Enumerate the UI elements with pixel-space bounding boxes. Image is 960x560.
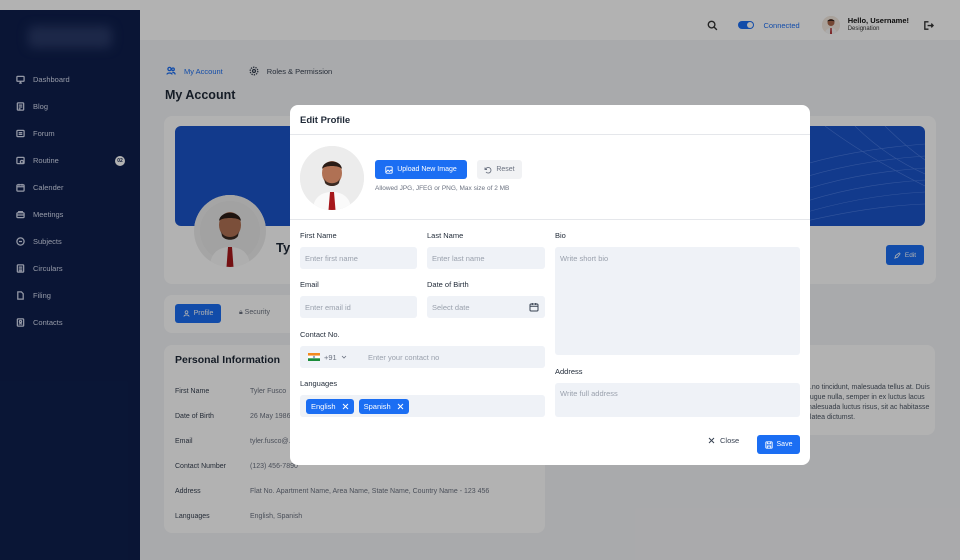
contact-input[interactable]: +91 Enter your contact no [300, 346, 545, 368]
upload-hint: Allowed JPG, JFEG or PNG, Max size of 2 … [375, 185, 510, 192]
last-name-label: Last Name [427, 231, 464, 240]
languages-input[interactable]: English Spanish [300, 395, 545, 417]
upload-image-button[interactable]: Upload New Image [375, 160, 467, 179]
refresh-icon [484, 166, 492, 173]
reset-label: Reset [496, 166, 515, 173]
save-label: Save [776, 441, 793, 448]
tag-label: English [311, 401, 336, 411]
divider [290, 219, 810, 220]
first-name-input[interactable]: Enter first name [300, 247, 417, 269]
language-tag: Spanish [358, 398, 409, 414]
close-button[interactable]: Close [708, 436, 739, 445]
country-code-select[interactable]: +91 [308, 353, 368, 362]
india-flag-icon [308, 353, 320, 361]
close-label: Close [720, 436, 740, 445]
last-name-input[interactable]: Enter last name [427, 247, 545, 269]
reset-button[interactable]: Reset [477, 160, 522, 179]
close-icon[interactable] [397, 403, 404, 410]
chevron-down-icon [341, 355, 347, 359]
image-icon [385, 165, 393, 174]
save-button[interactable]: Save [757, 435, 800, 454]
language-tag: English [306, 398, 354, 414]
modal-avatar [300, 146, 364, 210]
contact-placeholder: Enter your contact no [368, 352, 440, 362]
calendar-icon[interactable] [529, 302, 539, 312]
dob-placeholder: Select date [432, 302, 470, 312]
upload-label: Upload New Image [397, 166, 457, 173]
dob-label: Date of Birth [427, 280, 469, 289]
languages-label: Languages [300, 379, 338, 388]
edit-profile-modal: Edit Profile Upload New Image Reset Allo… [290, 105, 810, 465]
email-input[interactable]: Enter email id [300, 296, 417, 318]
modal-title: Edit Profile [300, 115, 351, 126]
address-label: Address [555, 367, 583, 376]
bio-label: Bio [555, 231, 566, 240]
bio-textarea[interactable]: Write short bio [555, 247, 800, 355]
divider [290, 134, 810, 135]
contact-label: Contact No. [300, 330, 340, 339]
email-label: Email [300, 280, 319, 289]
close-icon [708, 437, 715, 444]
tag-label: Spanish [363, 401, 391, 411]
country-code: +91 [324, 352, 337, 362]
first-name-label: First Name [300, 231, 337, 240]
address-textarea[interactable]: Write full address [555, 383, 800, 417]
dob-input[interactable]: Select date [427, 296, 545, 318]
close-icon[interactable] [342, 403, 349, 410]
save-icon [764, 440, 773, 449]
